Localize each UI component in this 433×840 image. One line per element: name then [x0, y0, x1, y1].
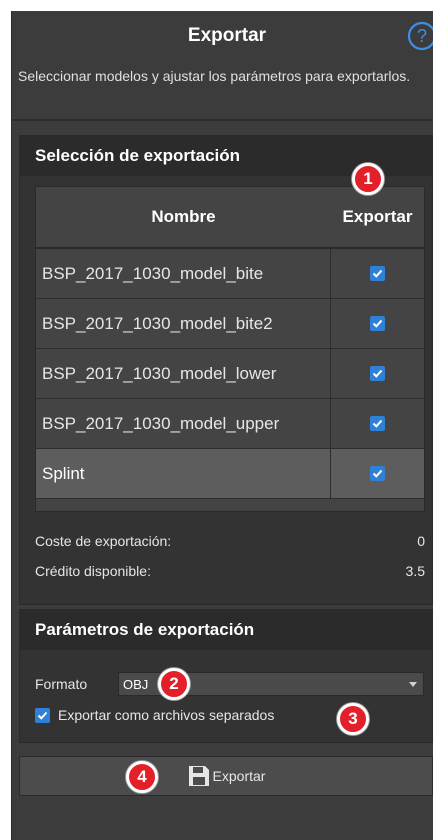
export-cost-label: Coste de exportación:: [35, 533, 172, 549]
export-checkbox[interactable]: [370, 316, 385, 331]
save-icon: [188, 766, 209, 786]
help-icon[interactable]: ?: [407, 21, 433, 51]
separate-files-label: Exportar como archivos separados: [58, 707, 275, 723]
checkmark-icon: [372, 269, 383, 278]
callout-2: 2: [158, 668, 190, 700]
checkmark-icon: [372, 369, 383, 378]
callout-1: 1: [352, 163, 384, 195]
model-name-cell: BSP_2017_1030_model_bite: [36, 249, 331, 298]
table-row[interactable]: BSP_2017_1030_model_lower: [36, 349, 424, 399]
export-cost-value: 0: [417, 533, 425, 549]
table-header: Nombre Exportar: [36, 187, 424, 249]
format-label: Formato: [35, 676, 88, 692]
separate-files-checkbox[interactable]: [35, 707, 50, 723]
format-value: OBJ: [123, 676, 149, 692]
export-cell: [331, 299, 424, 348]
export-checkbox[interactable]: [370, 466, 385, 481]
table-row[interactable]: Splint: [36, 449, 424, 499]
export-checkbox[interactable]: [370, 416, 385, 431]
table-row[interactable]: BSP_2017_1030_model_bite: [36, 249, 424, 299]
callout-3: 3: [337, 703, 369, 735]
checkmark-icon: [37, 711, 48, 720]
checkmark-icon: [372, 469, 383, 478]
chevron-down-icon: [409, 682, 417, 687]
model-name-cell: Splint: [36, 449, 331, 498]
svg-text:?: ?: [417, 26, 427, 46]
models-table: Nombre Exportar BSP_2017_1030_model_bite…: [35, 186, 425, 512]
export-button[interactable]: Exportar: [19, 756, 433, 796]
export-cell: [331, 349, 424, 398]
column-header-name[interactable]: Nombre: [36, 187, 331, 247]
export-cell: [331, 249, 424, 298]
callout-4: 4: [126, 761, 158, 793]
export-cost-row: Coste de exportación: 0: [35, 530, 425, 552]
table-row[interactable]: BSP_2017_1030_model_upper: [36, 399, 424, 449]
table-row[interactable]: BSP_2017_1030_model_bite2: [36, 299, 424, 349]
checkmark-icon: [372, 419, 383, 428]
checkmark-icon: [372, 319, 383, 328]
export-checkbox[interactable]: [370, 266, 385, 281]
column-header-export[interactable]: Exportar: [331, 187, 424, 247]
panel-description: Seleccionar modelos y ajustar los paráme…: [12, 61, 433, 121]
available-credit-value: 3.5: [405, 563, 425, 579]
format-row: Formato: [35, 672, 87, 696]
export-button-label: Exportar: [212, 768, 266, 784]
export-panel: Exportar ? Seleccionar modelos y ajustar…: [11, 11, 433, 840]
panel-header: Exportar ?: [12, 11, 433, 61]
export-cell: [331, 449, 424, 498]
available-credit-row: Crédito disponible: 3.5: [35, 560, 425, 582]
available-credit-label: Crédito disponible:: [35, 563, 151, 579]
export-cell: [331, 399, 424, 448]
export-selection-group: Selección de exportación Nombre Exportar…: [19, 135, 433, 605]
separate-files-row[interactable]: Exportar como archivos separados: [35, 704, 274, 726]
panel-title: Exportar: [187, 25, 267, 46]
export-params-group: Parámetros de exportación Formato OBJ Ex…: [19, 609, 433, 743]
export-checkbox[interactable]: [370, 366, 385, 381]
model-name-cell: BSP_2017_1030_model_upper: [36, 399, 331, 448]
model-name-cell: BSP_2017_1030_model_bite2: [36, 299, 331, 348]
export-params-title: Parámetros de exportación: [20, 610, 432, 650]
model-name-cell: BSP_2017_1030_model_lower: [36, 349, 331, 398]
